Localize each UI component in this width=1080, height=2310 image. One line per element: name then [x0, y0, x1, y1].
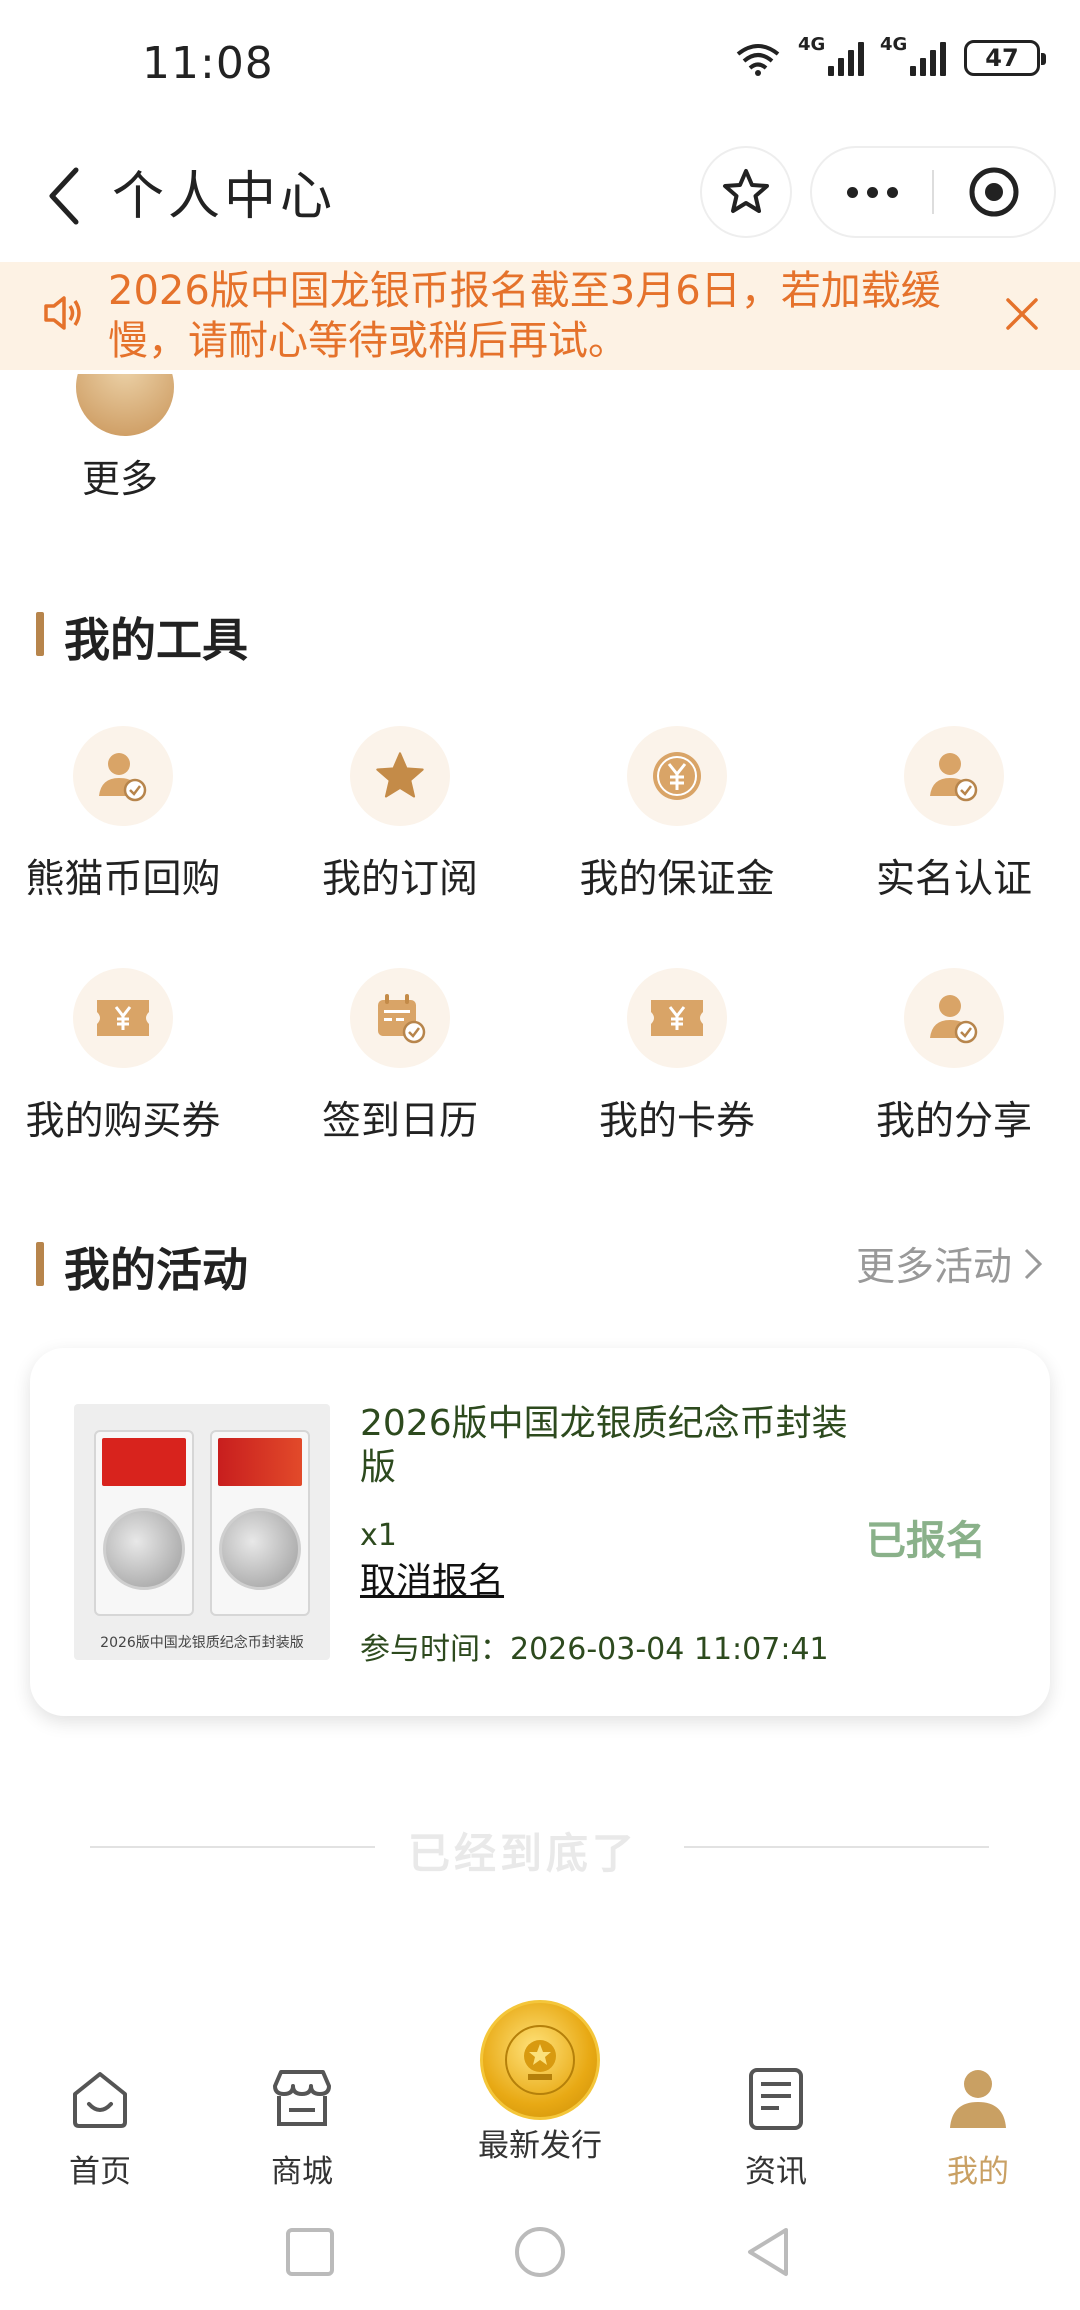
product-name: 2026版中国龙银质纪念币封装版 — [360, 1403, 848, 1488]
tab-latest-release[interactable]: 最新发行 — [440, 2120, 640, 2165]
tool-my-subscription[interactable]: 我的订阅 — [265, 726, 535, 904]
tab-mine[interactable]: 我的 — [878, 2052, 1078, 2191]
tool-my-coupons[interactable]: 我的卡券 — [542, 968, 812, 1146]
tab-label: 最新发行 — [478, 2128, 602, 2164]
tool-label: 熊猫币回购 — [25, 857, 221, 902]
close-program-icon[interactable] — [934, 165, 1054, 219]
end-of-list-text: 已经到底了 — [408, 1829, 639, 1878]
divider — [684, 1846, 989, 1848]
tool-sign-in-calendar[interactable]: 签到日历 — [265, 968, 535, 1146]
activity-card[interactable]: 2026版中国龙银质纪念币封装版 2026版中国龙银质纪念币封装版 x1 取消报… — [30, 1348, 1050, 1716]
tab-news[interactable]: 资讯 — [676, 2052, 876, 2191]
status-time: 11:08 — [142, 38, 274, 89]
tab-store[interactable]: 商城 — [202, 2052, 402, 2191]
close-icon[interactable] — [1002, 294, 1042, 334]
tool-label: 我的订阅 — [321, 857, 478, 902]
calendar-check-icon — [378, 994, 426, 1044]
divider — [90, 1846, 375, 1848]
notice-banner: 2026版中国龙银币报名截至3月6日，若加载缓慢，请耐心等待或稍后再试。 — [0, 262, 1080, 370]
page-title: 个人中心 — [112, 167, 337, 227]
section-marker — [36, 612, 44, 656]
cancel-registration-link[interactable]: 取消报名 — [360, 1552, 504, 1604]
tool-label: 实名认证 — [875, 857, 1032, 902]
nav-header: 个人中心 — [0, 130, 1080, 260]
more-activities-label: 更多活动 — [855, 1245, 1012, 1290]
home-icon — [73, 2072, 127, 2128]
status-bar: 11:08 4G 4G 47 — [0, 0, 1080, 130]
tool-label: 签到日历 — [321, 1099, 478, 1144]
star-outline-icon — [723, 169, 769, 213]
product-quantity: x1 — [360, 1518, 397, 1553]
user-check-icon — [99, 753, 147, 802]
product-image: 2026版中国龙银质纪念币封装版 — [74, 1404, 330, 1660]
mini-program-capsule — [810, 146, 1056, 238]
notice-text: 2026版中国龙银币报名截至3月6日，若加载缓慢，请耐心等待或稍后再试。 — [108, 268, 941, 364]
star-icon — [376, 752, 424, 798]
wifi-icon — [736, 44, 780, 76]
more-activities-link[interactable]: 更多活动 — [856, 1236, 1044, 1292]
recent-apps-icon[interactable] — [282, 2222, 338, 2282]
tab-label: 商城 — [271, 2154, 333, 2190]
yen-ticket-icon — [97, 1000, 149, 1036]
tool-panda-buyback[interactable]: 熊猫币回购 — [0, 726, 258, 904]
chevron-right-icon — [1024, 1248, 1043, 1280]
tool-my-share[interactable]: 我的分享 — [819, 968, 1080, 1146]
user-icon — [950, 2070, 1006, 2128]
section-title-tools: 我的工具 — [64, 613, 248, 667]
yen-ticket-icon — [651, 1000, 703, 1036]
tool-purchase-voucher[interactable]: 我的购买券 — [0, 968, 258, 1146]
tab-label: 资讯 — [745, 2154, 807, 2190]
more-icon[interactable] — [76, 374, 174, 436]
more-label[interactable]: 更多 — [82, 448, 158, 503]
back-arrow-icon[interactable] — [38, 160, 98, 230]
status-icons: 4G 4G 47 — [734, 34, 1046, 76]
signal-icon: 4G — [880, 34, 946, 76]
tool-label: 我的保证金 — [579, 857, 775, 902]
more-options-icon[interactable] — [812, 186, 932, 198]
national-emblem-icon[interactable] — [480, 2000, 600, 2120]
tab-label: 首页 — [69, 2154, 131, 2190]
status-badge: 已报名 — [866, 1518, 986, 1564]
tool-label: 我的卡券 — [598, 1099, 755, 1144]
favorite-button[interactable] — [700, 146, 792, 238]
user-check-icon — [930, 753, 978, 802]
tab-home[interactable]: 首页 — [0, 2052, 200, 2191]
tool-real-name-auth[interactable]: 实名认证 — [819, 726, 1080, 904]
section-title-activities: 我的活动 — [64, 1243, 248, 1297]
home-button-icon[interactable] — [510, 2222, 570, 2282]
tab-label: 我的 — [947, 2154, 1009, 2190]
yen-coin-icon — [653, 752, 701, 800]
tool-label: 我的购买券 — [25, 1099, 221, 1144]
store-icon — [273, 2070, 331, 2126]
news-icon — [749, 2068, 803, 2130]
user-check-icon — [930, 995, 978, 1044]
section-marker — [36, 1242, 44, 1286]
tool-my-deposit[interactable]: 我的保证金 — [542, 726, 812, 904]
speaker-icon — [44, 296, 81, 330]
battery-icon: 47 — [964, 40, 1046, 76]
product-image-caption: 2026版中国龙银质纪念币封装版 — [100, 1635, 304, 1651]
tool-label: 我的分享 — [875, 1099, 1032, 1144]
participation-time: 参与时间：2026-03-04 11:07:41 — [360, 1632, 829, 1667]
back-button-icon[interactable] — [740, 2222, 796, 2282]
signal-icon: 4G — [798, 34, 864, 76]
